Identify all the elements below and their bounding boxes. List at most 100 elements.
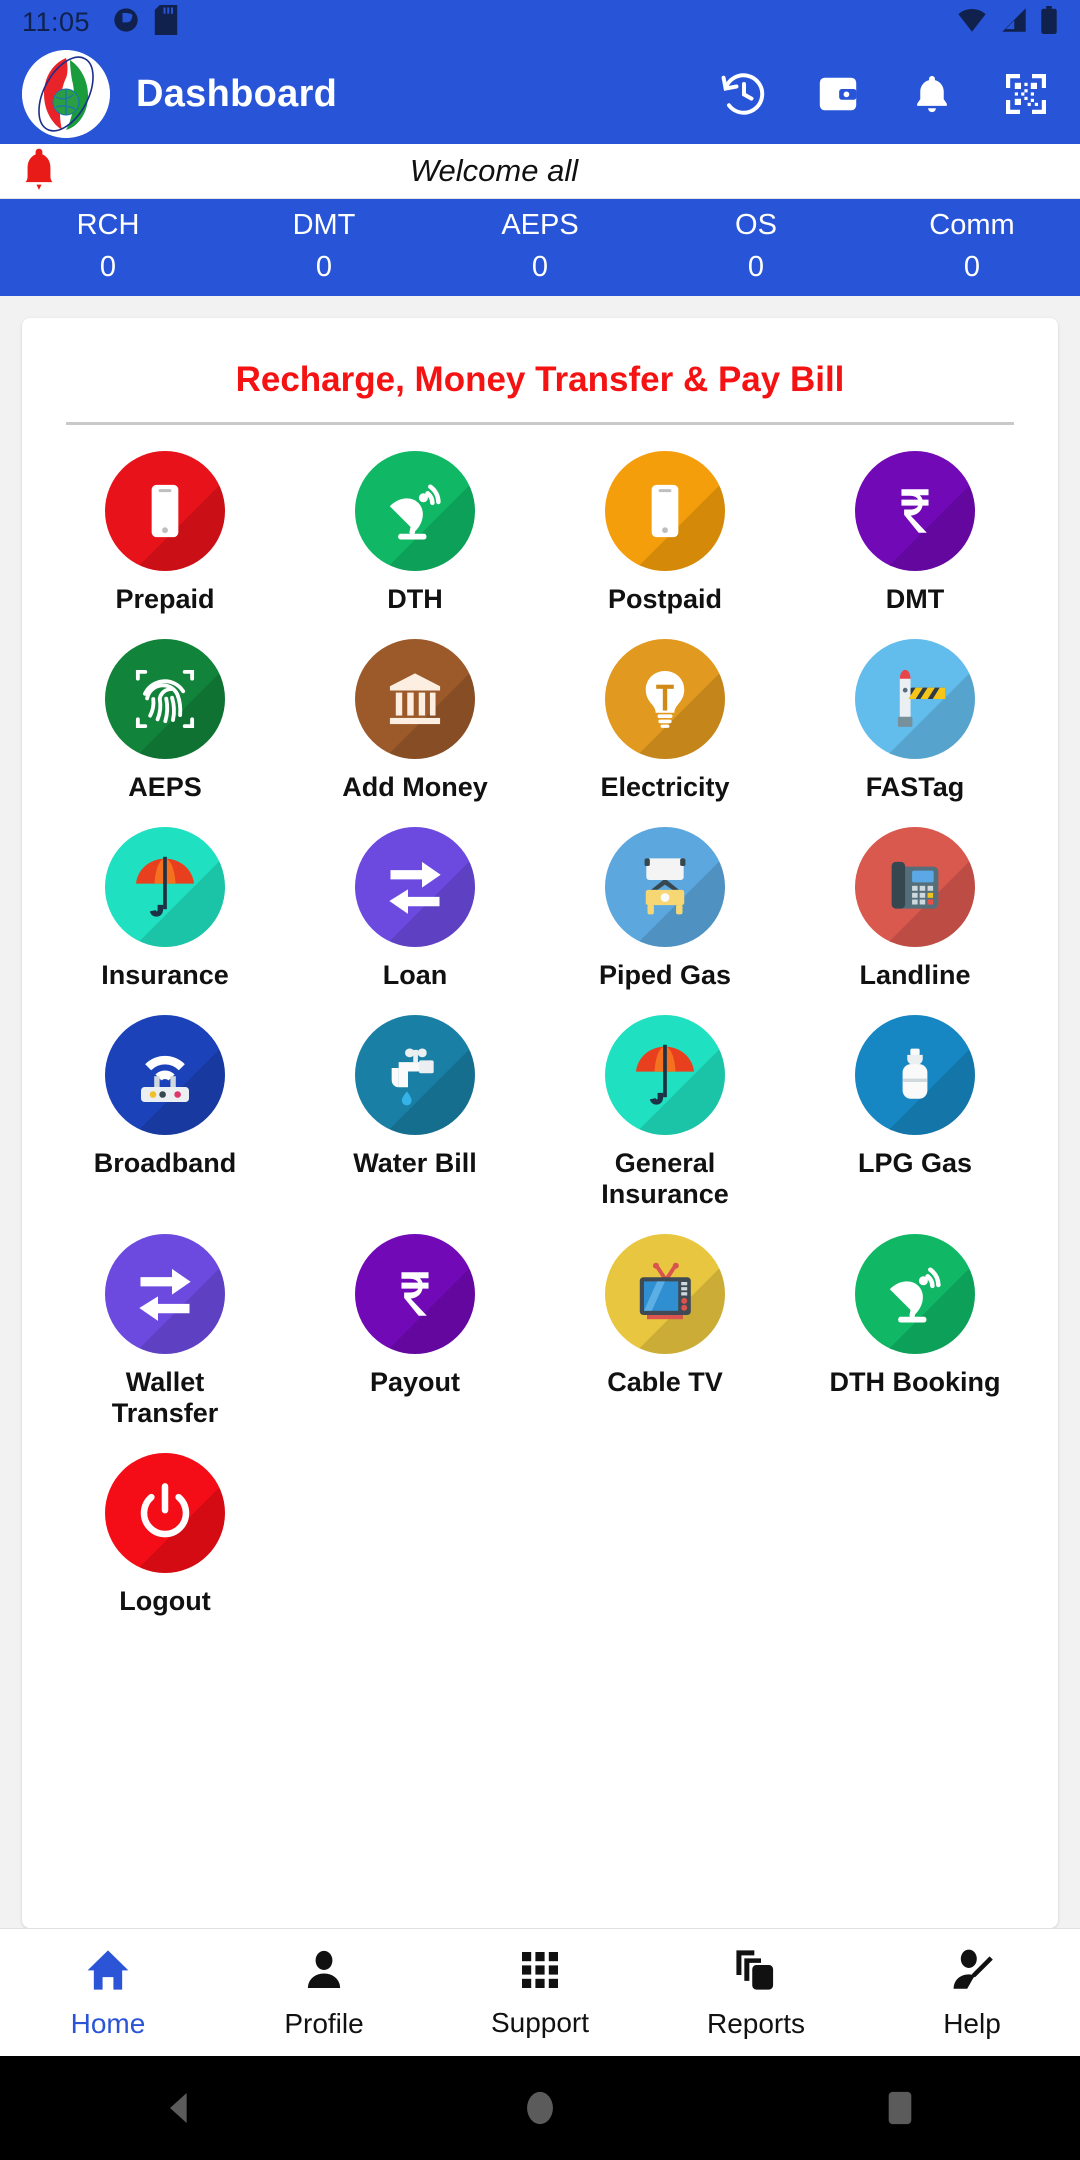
mobile-phone-icon xyxy=(105,451,225,571)
stat-value: 0 xyxy=(99,251,117,283)
wifi-router-icon xyxy=(105,1015,225,1136)
stat-label: OS xyxy=(735,209,777,241)
do-not-disturb-icon xyxy=(112,6,140,39)
landline-phone-icon xyxy=(855,827,975,948)
stat-rch[interactable]: RCH 0 xyxy=(0,209,216,284)
rupee-icon xyxy=(355,1234,475,1355)
service-tile-logout[interactable]: Logout xyxy=(40,1453,290,1617)
nav-item-home[interactable]: Home xyxy=(0,1945,216,2040)
service-tile-label: LPG Gas xyxy=(857,1148,973,1179)
nav-item-support[interactable]: Support xyxy=(432,1946,648,2039)
umbrella-icon xyxy=(605,1015,725,1136)
service-tile-add-money[interactable]: Add Money xyxy=(290,639,540,803)
welcome-bar: Welcome all xyxy=(0,144,1080,199)
service-tile-label: Payout xyxy=(369,1367,461,1398)
power-off-icon xyxy=(105,1453,225,1574)
service-tile-water-bill[interactable]: Water Bill xyxy=(290,1015,540,1210)
stat-comm[interactable]: Comm 0 xyxy=(864,209,1080,284)
nav-item-label: Help xyxy=(943,2008,1001,2039)
service-tile-label: General Insurance xyxy=(601,1148,729,1210)
service-tile-broadband[interactable]: Broadband xyxy=(40,1015,290,1210)
water-tap-icon xyxy=(355,1015,475,1136)
service-tile-postpaid[interactable]: Postpaid xyxy=(540,451,790,615)
welcome-message: Welcome all xyxy=(409,153,579,188)
services-card: Recharge, Money Transfer & Pay Bill Prep… xyxy=(22,318,1058,1928)
service-tile-dth[interactable]: DTH xyxy=(290,451,540,615)
service-tile-prepaid[interactable]: Prepaid xyxy=(40,451,290,615)
stat-aeps[interactable]: AEPS 0 xyxy=(432,209,648,284)
service-tile-loan[interactable]: Loan xyxy=(290,827,540,991)
service-tile-wallet-transfer[interactable]: Wallet Transfer xyxy=(40,1234,290,1429)
android-back-button[interactable] xyxy=(0,2088,360,2128)
service-tile-insurance[interactable]: Insurance xyxy=(40,827,290,991)
wifi-icon xyxy=(956,7,988,38)
satellite-dish-icon xyxy=(355,451,475,571)
stat-label: AEPS xyxy=(501,209,579,241)
service-tile-label: FASTag xyxy=(865,772,965,803)
app-root: 11:05 Dashboard Welcome all RCH 0 DMT 0 … xyxy=(0,0,1080,2160)
nav-item-profile[interactable]: Profile xyxy=(216,1945,432,2040)
service-tile-dth-booking[interactable]: DTH Booking xyxy=(790,1234,1040,1429)
status-bar: 11:05 xyxy=(0,0,1080,44)
person-icon xyxy=(301,1945,347,2000)
stat-value: 0 xyxy=(747,251,765,283)
service-tile-landline[interactable]: Landline xyxy=(790,827,1040,991)
service-tile-label: DTH Booking xyxy=(829,1367,1001,1398)
notification-bell-icon[interactable] xyxy=(906,68,958,120)
qr-scan-icon[interactable] xyxy=(1000,68,1052,120)
service-tile-cable-tv[interactable]: Cable TV xyxy=(540,1234,790,1429)
copy-documents-icon xyxy=(731,1945,781,2000)
app-bar-actions xyxy=(718,68,1058,120)
light-bulb-icon xyxy=(605,639,725,760)
service-tile-label: Logout xyxy=(119,1586,211,1617)
service-tile-label: Wallet Transfer xyxy=(111,1367,219,1429)
transfer-arrows-icon xyxy=(105,1234,225,1355)
android-recents-button[interactable] xyxy=(720,2087,1080,2129)
stat-os[interactable]: OS 0 xyxy=(648,209,864,284)
fingerprint-icon xyxy=(105,639,225,760)
service-tile-label: Water Bill xyxy=(353,1148,477,1179)
toll-barrier-icon xyxy=(855,639,975,760)
service-tile-aeps[interactable]: AEPS xyxy=(40,639,290,803)
stat-label: DMT xyxy=(292,209,356,241)
status-bar-clock: 11:05 xyxy=(22,6,91,37)
services-card-title: Recharge, Money Transfer & Pay Bill xyxy=(235,360,845,399)
wallet-icon[interactable] xyxy=(812,68,864,120)
signal-icon xyxy=(999,7,1029,38)
service-tile-general-insurance[interactable]: General Insurance xyxy=(540,1015,790,1210)
nav-item-label: Support xyxy=(490,2007,590,2038)
satellite-dish-icon xyxy=(855,1234,975,1355)
transfer-arrows-icon xyxy=(355,827,475,948)
app-bar: Dashboard xyxy=(0,44,1080,144)
android-home-button[interactable] xyxy=(360,2087,720,2129)
service-tile-piped-gas[interactable]: Piped Gas xyxy=(540,827,790,991)
service-tile-label: Add Money xyxy=(342,772,488,803)
nav-item-label: Reports xyxy=(706,2008,806,2039)
person-edit-icon xyxy=(948,1945,996,2000)
gas-stove-icon xyxy=(605,827,725,948)
service-tile-dmt[interactable]: DMT xyxy=(790,451,1040,615)
service-tile-label: Cable TV xyxy=(607,1367,723,1398)
bottom-navigation: Home Profile Support Reports Help xyxy=(0,1928,1080,2056)
service-tile-label: DTH xyxy=(387,584,443,614)
history-icon[interactable] xyxy=(718,68,770,120)
service-tile-fastag[interactable]: FASTag xyxy=(790,639,1040,803)
service-tile-payout[interactable]: Payout xyxy=(290,1234,540,1429)
stat-value: 0 xyxy=(531,251,549,283)
content-scroll-area[interactable]: Recharge, Money Transfer & Pay Bill Prep… xyxy=(0,296,1080,1928)
service-tile-label: DMT xyxy=(885,584,945,614)
service-tile-label: Landline xyxy=(859,960,971,991)
umbrella-icon xyxy=(105,827,225,948)
nav-item-reports[interactable]: Reports xyxy=(648,1945,864,2040)
rupee-icon xyxy=(855,451,975,571)
service-tile-label: Loan xyxy=(382,960,448,991)
service-tile-label: Postpaid xyxy=(607,584,722,614)
bank-icon xyxy=(355,639,475,760)
nav-item-help[interactable]: Help xyxy=(864,1945,1080,2040)
status-bar-right-icons xyxy=(956,5,1058,39)
stat-dmt[interactable]: DMT 0 xyxy=(216,209,432,284)
service-tile-electricity[interactable]: Electricity xyxy=(540,639,790,803)
service-tile-lpg-gas[interactable]: LPG Gas xyxy=(790,1015,1040,1210)
android-navigation-bar xyxy=(0,2056,1080,2160)
stats-row: RCH 0 DMT 0 AEPS 0 OS 0 Comm 0 xyxy=(0,199,1080,296)
